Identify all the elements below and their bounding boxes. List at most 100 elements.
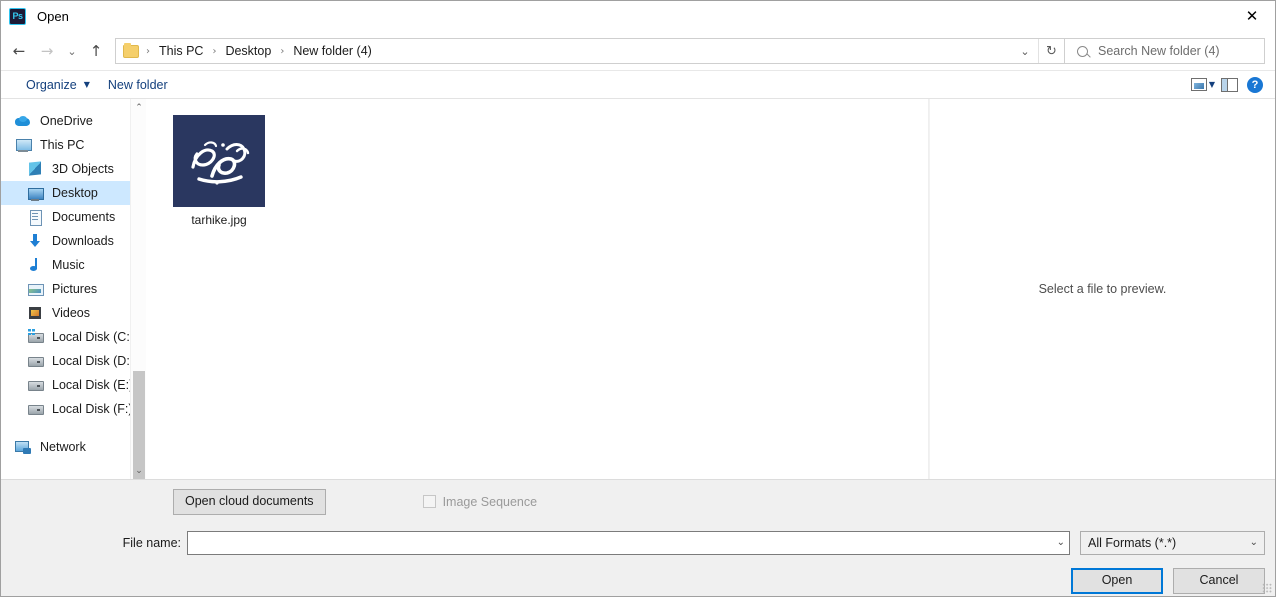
title-bar: Ps Open ✕ <box>1 1 1275 32</box>
calligraphy-image <box>191 141 250 185</box>
sidebar-item-documents[interactable]: Documents <box>1 205 146 229</box>
folder-icon <box>123 42 139 58</box>
sidebar-item-this-pc[interactable]: This PC <box>1 133 146 157</box>
search-icon <box>1077 45 1088 57</box>
network-icon <box>15 439 31 455</box>
sidebar-item-local-disk-d[interactable]: Local Disk (D:) <box>1 349 146 373</box>
file-format-value: All Formats (*.*) <box>1088 535 1177 550</box>
local-disk-icon <box>27 353 44 369</box>
chevron-down-icon[interactable]: ⌄ <box>1051 537 1065 548</box>
3d-objects-icon <box>27 161 43 177</box>
image-sequence-option[interactable]: Image Sequence <box>422 494 538 509</box>
local-disk-c-icon <box>27 329 44 345</box>
preview-message: Select a file to preview. <box>1038 282 1167 296</box>
search-box[interactable]: Search New folder (4) <box>1065 38 1265 64</box>
image-sequence-checkbox[interactable] <box>422 495 436 509</box>
chevron-down-icon: ▼ <box>1208 80 1215 89</box>
command-bar: Organize ▼ New folder ▼ ? <box>1 70 1275 99</box>
sidebar-item-local-disk-f[interactable]: Local Disk (F:) <box>1 397 146 421</box>
sidebar-item-label: Network <box>40 440 86 454</box>
forward-icon[interactable]: → <box>33 36 61 66</box>
resize-grip[interactable] <box>1262 583 1272 593</box>
this-pc-icon <box>15 137 32 153</box>
view-layout-icon <box>1191 78 1207 91</box>
sidebar-scrollbar[interactable]: ⌃ ⌄ <box>130 99 146 479</box>
preview-pane-toggle[interactable] <box>1217 74 1241 96</box>
preview-pane: Select a file to preview. <box>929 99 1275 479</box>
file-list[interactable]: tarhike.jpg <box>146 99 929 479</box>
list-item[interactable]: tarhike.jpg <box>164 113 274 227</box>
file-name-label: File name: <box>122 535 181 550</box>
footer-buttons-row: Open Cancel <box>1 555 1275 594</box>
local-disk-icon <box>27 401 44 417</box>
breadcrumb-item-this-pc[interactable]: This PC <box>157 44 205 58</box>
breadcrumb-item-desktop[interactable]: Desktop <box>223 44 273 58</box>
chevron-down-icon: ▼ <box>83 80 90 89</box>
sidebar-item-desktop[interactable]: Desktop <box>1 181 146 205</box>
cancel-button[interactable]: Cancel <box>1173 567 1265 594</box>
sidebar-item-music[interactable]: Music <box>1 253 146 277</box>
sidebar-item-pictures[interactable]: Pictures <box>1 277 146 301</box>
scroll-down-icon[interactable]: ⌄ <box>131 462 146 479</box>
breadcrumb-item-new-folder[interactable]: New folder (4) <box>291 44 374 58</box>
breadcrumb-separator-2: › <box>280 45 285 57</box>
documents-icon <box>27 209 43 226</box>
sidebar-item-label: Local Disk (F:) <box>52 402 133 416</box>
refresh-icon[interactable]: ↻ <box>1038 39 1064 63</box>
sidebar-item-label: Videos <box>52 306 90 320</box>
sidebar-item-label: This PC <box>40 138 85 152</box>
organize-label: Organize <box>26 77 77 92</box>
address-bar: ← → ⌄ ↑ › This PC › Desktop › New folder… <box>1 32 1275 70</box>
open-file-dialog: Ps Open ✕ ← → ⌄ ↑ › This PC › Desktop › … <box>0 0 1276 597</box>
sidebar-item-label: Local Disk (E:) <box>52 378 134 392</box>
close-icon[interactable]: ✕ <box>1229 1 1275 32</box>
file-name-row: File name: ⌄ All Formats (*.*) ⌄ <box>1 515 1275 555</box>
sidebar-item-downloads[interactable]: Downloads <box>1 229 146 253</box>
music-icon <box>27 257 43 273</box>
search-input[interactable]: Search New folder (4) <box>1098 44 1220 58</box>
breadcrumb-actions: ⌄ ↻ <box>1012 39 1064 63</box>
breadcrumb-separator-0: › <box>146 45 150 57</box>
file-name-input[interactable]: ⌄ <box>187 530 1070 555</box>
chevron-down-icon[interactable]: ⌄ <box>1012 39 1038 63</box>
sidebar-item-local-disk-e[interactable]: Local Disk (E:) <box>1 373 146 397</box>
scroll-up-icon[interactable]: ⌃ <box>131 99 146 116</box>
open-cloud-documents-button[interactable]: Open cloud documents <box>173 489 326 515</box>
downloads-icon <box>27 233 43 249</box>
pictures-icon <box>27 281 44 297</box>
sidebar-item-local-disk-c[interactable]: Local Disk (C:) <box>1 325 146 349</box>
window-title: Open <box>37 8 69 24</box>
sidebar-item-onedrive[interactable]: OneDrive <box>1 109 146 133</box>
videos-icon <box>27 305 43 321</box>
sidebar-item-label: Desktop <box>52 186 98 200</box>
sidebar-item-3d-objects[interactable]: 3D Objects <box>1 157 146 181</box>
sidebar-item-label: Music <box>52 258 85 272</box>
back-icon[interactable]: ← <box>5 36 33 66</box>
organize-button[interactable]: Organize ▼ <box>17 75 99 95</box>
breadcrumb-separator-1: › <box>212 45 217 57</box>
help-button[interactable]: ? <box>1243 74 1267 96</box>
sidebar-item-network[interactable]: Network <box>1 435 146 459</box>
sidebar-item-label: Documents <box>52 210 116 224</box>
sidebar-item-videos[interactable]: Videos <box>1 301 146 325</box>
sidebar-item-label: OneDrive <box>40 114 93 128</box>
local-disk-icon <box>27 377 44 393</box>
view-options-button[interactable]: ▼ <box>1191 74 1215 96</box>
up-icon[interactable]: ↑ <box>83 36 109 66</box>
dialog-footer: Open cloud documents Image Sequence File… <box>1 479 1275 596</box>
sidebar-item-label: Local Disk (D:) <box>52 354 134 368</box>
chevron-down-icon[interactable]: ⌄ <box>1244 537 1258 548</box>
recent-locations-icon[interactable]: ⌄ <box>61 36 83 66</box>
navigation-sidebar: OneDrive This PC 3D Objects Desktop Docu… <box>1 99 146 479</box>
photoshop-icon: Ps <box>9 7 26 25</box>
new-folder-button[interactable]: New folder <box>99 75 177 95</box>
view-controls: ▼ ? <box>1191 74 1267 96</box>
file-format-select[interactable]: All Formats (*.*) ⌄ <box>1080 530 1265 555</box>
sidebar-item-label: Local Disk (C:) <box>52 330 134 344</box>
image-sequence-label: Image Sequence <box>442 494 538 509</box>
footer-options-row: Open cloud documents Image Sequence <box>1 480 1275 515</box>
open-button[interactable]: Open <box>1071 567 1163 594</box>
help-icon: ? <box>1247 76 1263 93</box>
breadcrumb[interactable]: › This PC › Desktop › New folder (4) ⌄ ↻ <box>115 38 1065 64</box>
file-thumbnail[interactable] <box>173 115 265 207</box>
